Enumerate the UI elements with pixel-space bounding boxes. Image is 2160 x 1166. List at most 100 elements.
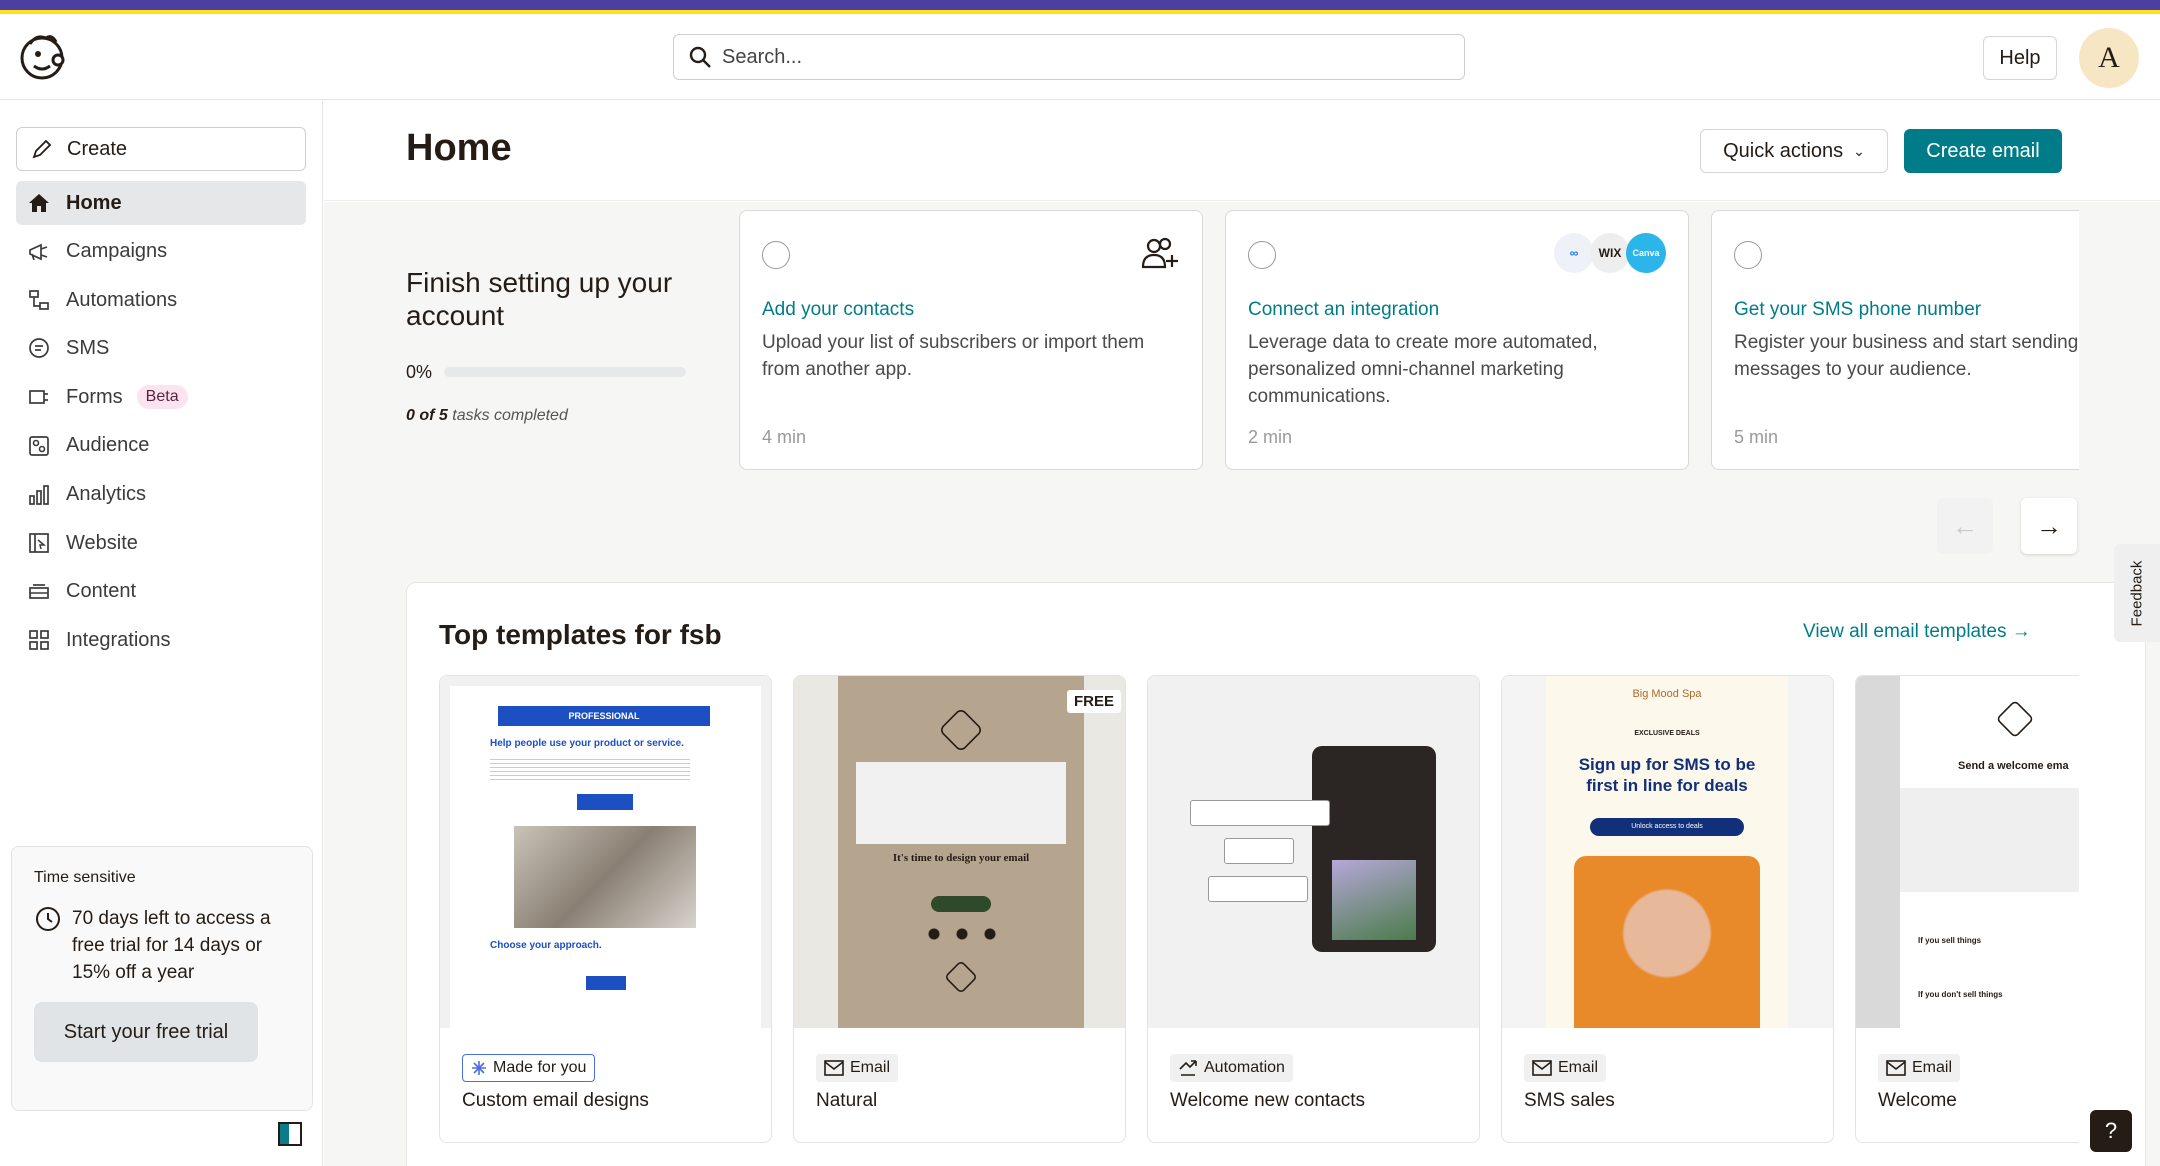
badge-label: Email [1912,1059,1953,1076]
top-accent-stripe [0,0,2160,14]
thumb-subhead: Choose your approach. [490,940,602,951]
home-icon [26,190,52,216]
add-contacts-icon [1140,233,1180,278]
badge-label: Made for you [493,1059,587,1076]
start-free-trial-button[interactable]: Start your free trial [34,1002,258,1062]
setup-card-sms[interactable]: Get your SMS phone number Register your … [1711,210,2079,470]
thumb-button [577,794,633,810]
badge-label: Automation [1204,1059,1285,1076]
avatar[interactable]: A [2079,28,2139,88]
sidebar-item-audience[interactable]: Audience [16,424,306,468]
sidebar-item-forms[interactable]: Forms Beta [16,375,306,419]
sidebar-item-label: SMS [66,337,110,360]
sms-icon [26,336,52,362]
search-icon [689,46,711,68]
sparkle-icon [472,1061,486,1075]
thumb-photo [1332,860,1416,940]
setup-card-integration[interactable]: ∞ WIX Canva Connect an integration Lever… [1225,210,1689,470]
envelope-icon [824,1060,844,1076]
thumb-image-placeholder [1900,788,2079,892]
thumb-brand: Big Mood Spa [1632,688,1702,700]
sidebar-item-website[interactable]: Website [16,521,306,565]
thumb-social-icons [920,928,1002,940]
template-thumbnail [1148,676,1479,1028]
envelope-icon [1532,1060,1552,1076]
sidebar-item-campaigns[interactable]: Campaigns [16,230,306,274]
help-button[interactable]: Help [1983,36,2057,80]
template-badge: Email [1878,1054,1961,1082]
search-input[interactable]: Search... [673,34,1465,80]
sidebar-item-label: Campaigns [66,240,168,263]
task-checkbox[interactable] [762,241,790,269]
template-thumbnail: It's time to design your email FREE [794,676,1125,1028]
create-email-button[interactable]: Create email [1904,129,2062,173]
thumb-header: PROFESSIONAL [498,706,710,726]
template-card[interactable]: Big Mood Spa EXCLUSIVE DEALS Sign up for… [1501,675,1834,1143]
sidebar-item-integrations[interactable]: Integrations [16,618,306,662]
sidebar-item-analytics[interactable]: Analytics [16,473,306,517]
thumb-eyebrow: EXCLUSIVE DEALS [1634,730,1700,737]
template-thumbnail: Send a welcome ema If you sell things If… [1856,676,2079,1028]
thumb-button [586,976,626,990]
template-thumbnail: PROFESSIONAL Help people use your produc… [440,676,771,1028]
quick-actions-dropdown[interactable]: Quick actions ⌄ [1700,129,1888,173]
thumb-step [1208,876,1308,902]
template-card[interactable]: It's time to design your email FREE Emai… [793,675,1126,1143]
trial-label: Time sensitive [34,869,136,886]
thumb-button [931,896,991,912]
template-card[interactable]: Automation Welcome new contacts [1147,675,1480,1143]
thumb-headline: Help people use your product or service. [490,738,684,749]
card-title[interactable]: Connect an integration [1248,299,1439,321]
top-bar: Search... Help A [0,14,2160,100]
setup-card-contacts[interactable]: Add your contacts Upload your list of su… [739,210,1203,470]
quick-actions-label: Quick actions [1723,139,1844,162]
setup-cards-carousel: Add your contacts Upload your list of su… [739,207,2079,472]
thumb-image-placeholder [856,762,1066,844]
template-name: Custom email designs [462,1090,649,1111]
automation-icon [1179,1060,1197,1076]
sidebar-item-label: Automations [66,288,178,311]
sidebar-item-label: Analytics [66,483,147,506]
task-checkbox[interactable] [1734,241,1762,269]
template-card[interactable]: PROFESSIONAL Help people use your produc… [439,675,772,1143]
card-title[interactable]: Get your SMS phone number [1734,299,1981,321]
template-name: Natural [816,1090,878,1111]
arrow-left-icon: ← [1952,510,1978,541]
carousel-next-button[interactable]: → [2021,498,2077,554]
template-badge: Automation [1170,1054,1293,1082]
thumb-text-lines [490,756,690,780]
envelope-icon [1886,1060,1906,1076]
sidebar-item-sms[interactable]: SMS [16,327,306,371]
mailchimp-logo-icon[interactable] [16,30,68,82]
create-button[interactable]: Create [16,127,306,171]
sidebar-item-content[interactable]: Content [16,570,306,614]
thumb-cta: Unlock access to deals [1590,818,1744,836]
website-icon [26,530,52,556]
page-title: Home [406,127,512,169]
wix-logo-icon: WIX [1590,233,1630,273]
thumb-photo [1574,856,1760,1028]
task-checkbox[interactable] [1248,241,1276,269]
thumb-logo-icon [938,707,984,753]
templates-row: PROFESSIONAL Help people use your produc… [439,675,2079,1145]
card-time: 4 min [762,427,807,447]
template-card[interactable]: Send a welcome ema If you sell things If… [1855,675,2079,1143]
badge-label: Email [850,1059,891,1076]
feedback-tab[interactable]: Feedback [2114,544,2160,642]
sidebar-nav: Home Campaigns Automations SMS Forms Bet… [16,181,306,667]
card-title[interactable]: Add your contacts [762,299,914,321]
help-fab-button[interactable]: ? [2090,1110,2132,1152]
progress-percent: 0% [406,362,433,382]
beta-badge: Beta [136,385,188,410]
sidebar-item-home[interactable]: Home [16,181,306,225]
badge-label: Email [1558,1059,1599,1076]
sidebar-item-automations[interactable]: Automations [16,278,306,322]
sidebar-toggle-icon[interactable] [278,1122,302,1146]
view-all-templates-link[interactable]: View all email templates → [1803,621,2031,643]
canva-logo-icon: Canva [1626,233,1666,273]
template-name: Welcome new contacts [1170,1090,1366,1111]
carousel-prev-button[interactable]: ← [1937,498,1993,554]
integrations-icon [26,627,52,653]
megaphone-icon [26,239,52,265]
tasks-completed: 0 of 5 tasks completed [406,407,568,425]
